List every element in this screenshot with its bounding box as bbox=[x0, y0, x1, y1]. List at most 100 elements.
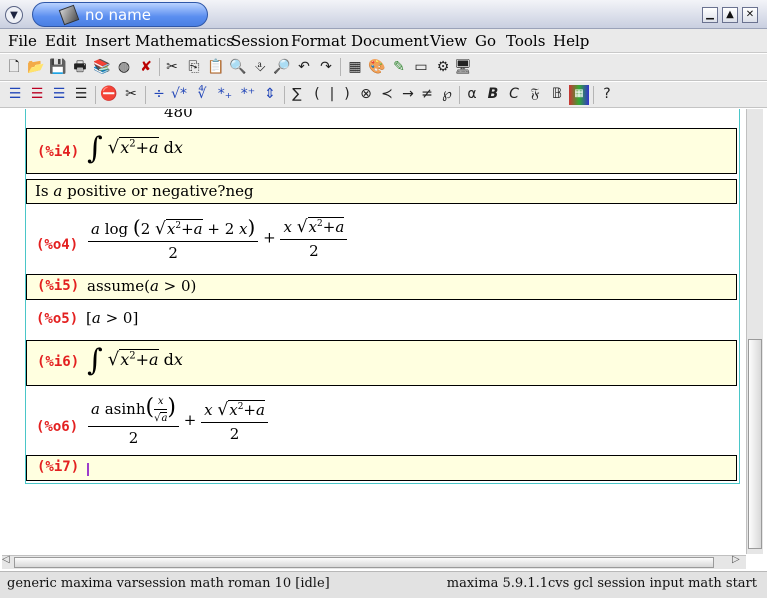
menu-mathematics[interactable]: Mathematics bbox=[135, 32, 234, 50]
sum-icon[interactable]: ∑ bbox=[287, 85, 307, 105]
minimize-button[interactable]: ▁ bbox=[702, 7, 718, 23]
help-icon[interactable]: ? bbox=[597, 85, 617, 105]
frame-icon[interactable]: ▭ bbox=[411, 58, 431, 78]
toolbar-separator bbox=[459, 86, 460, 104]
vertical-scrollbar[interactable] bbox=[746, 109, 763, 554]
greek-icon[interactable]: α bbox=[462, 85, 482, 105]
table-icon[interactable]: ▦ bbox=[345, 58, 365, 78]
menu-help[interactable]: Help bbox=[553, 32, 589, 50]
fraction-icon[interactable]: ÷ bbox=[149, 85, 169, 105]
justify-icon[interactable]: ☰ bbox=[71, 85, 91, 105]
open-folder-icon[interactable]: 📂 bbox=[26, 58, 46, 78]
subscript-icon[interactable]: *₊ bbox=[215, 85, 235, 105]
copy-icon[interactable]: ⎘ bbox=[184, 58, 204, 78]
color-grid-icon[interactable]: ▦ bbox=[569, 85, 589, 105]
fraktur-icon[interactable]: 𝔉 bbox=[525, 85, 545, 105]
toolbar-separator bbox=[159, 58, 160, 76]
menu-format[interactable]: Format bbox=[291, 32, 346, 50]
calligraphic-icon[interactable]: C bbox=[504, 85, 524, 105]
toolbar-separator bbox=[284, 86, 285, 104]
formula-o4: a log (2 √x2+a + 2 x) 2 + x √x2+a 2 bbox=[88, 215, 348, 262]
menu-bar: File Edit Insert Mathematics Session For… bbox=[0, 29, 767, 53]
align-center-icon[interactable]: ☰ bbox=[27, 85, 47, 105]
document-area[interactable]: 480 (%i4) ∫ √x2+a dx Is a positive or ne… bbox=[4, 109, 746, 554]
menu-tools[interactable]: Tools bbox=[506, 32, 545, 50]
scroll-left-icon[interactable]: ◁ bbox=[2, 554, 10, 565]
find-document-icon[interactable]: 🔎 bbox=[272, 58, 292, 78]
status-bar: generic maxima varsession math roman 10 … bbox=[0, 571, 767, 598]
save-icon[interactable]: 💾 bbox=[48, 58, 68, 78]
bold-icon[interactable]: B bbox=[483, 85, 503, 105]
output-o6: (%o6) a asinh(x √a) 2 + x √x2+a 2 bbox=[26, 391, 737, 453]
align-right-icon[interactable]: ☰ bbox=[49, 85, 69, 105]
cut-icon[interactable]: ✂ bbox=[162, 58, 182, 78]
integral-expression-i4: ∫ √x2+a dx bbox=[87, 131, 183, 166]
monitor-icon[interactable]: 🖥 bbox=[453, 58, 473, 78]
input-field-i4[interactable]: (%i4) ∫ √x2+a dx bbox=[26, 128, 737, 174]
menu-document[interactable]: Document bbox=[351, 32, 429, 50]
prompt-label-i7: (%i7) bbox=[37, 459, 80, 475]
horizontal-scrollbar[interactable]: ◁ ▷ bbox=[2, 554, 746, 569]
new-document-icon[interactable]: 🗋 bbox=[4, 58, 24, 78]
menu-go[interactable]: Go bbox=[475, 32, 496, 50]
chevron-down-icon: ▼ bbox=[10, 9, 18, 21]
undo-icon[interactable]: ↶ bbox=[294, 58, 314, 78]
menu-insert[interactable]: Insert bbox=[85, 32, 130, 50]
nth-root-icon[interactable]: ∜ bbox=[192, 85, 212, 105]
status-right: maxima 5.9.1.1cvs gcl session input math… bbox=[446, 576, 757, 591]
close-button[interactable]: ✕ bbox=[742, 7, 758, 23]
scissors-icon[interactable]: ✂ bbox=[121, 85, 141, 105]
input-field-i7[interactable]: (%i7) bbox=[26, 455, 737, 481]
prompt-label-i4: (%i4) bbox=[37, 144, 80, 160]
formula-o6: a asinh(x √a) 2 + x √x2+a 2 bbox=[88, 395, 268, 447]
blackboard-icon[interactable]: 𝔹 bbox=[547, 85, 567, 105]
input-field-i6[interactable]: (%i6) ∫ √x2+a dx bbox=[26, 340, 737, 386]
find-icon[interactable]: 🔍 bbox=[228, 58, 248, 78]
precedes-icon[interactable]: ≺ bbox=[377, 85, 397, 105]
input-field-i5[interactable]: (%i5) assume(a > 0) bbox=[26, 274, 737, 300]
window-menu-button[interactable]: ▼ bbox=[5, 6, 23, 24]
right-paren-icon[interactable]: ) bbox=[337, 85, 357, 105]
plugin-icon[interactable]: ⚙ bbox=[433, 58, 453, 78]
not-equal-icon[interactable]: ≠ bbox=[417, 85, 437, 105]
integral-expression-i6: ∫ √x2+a dx bbox=[87, 343, 183, 378]
menu-file[interactable]: File bbox=[8, 32, 37, 50]
maximize-icon: ▲ bbox=[726, 9, 734, 20]
redo-icon[interactable]: ↷ bbox=[316, 58, 336, 78]
tensor-icon[interactable]: ⊗ bbox=[356, 85, 376, 105]
paste-icon[interactable]: 📋 bbox=[206, 58, 226, 78]
replace-icon[interactable]: ⎀ bbox=[250, 58, 270, 78]
vertical-scroll-thumb[interactable] bbox=[748, 339, 762, 549]
weierstrass-icon[interactable]: ℘ bbox=[437, 85, 457, 105]
output-o5: (%o5) [a > 0] bbox=[26, 304, 737, 334]
close-document-icon[interactable]: ✘ bbox=[136, 58, 156, 78]
above-below-icon[interactable]: ⇕ bbox=[260, 85, 280, 105]
stop-icon[interactable]: ⛔ bbox=[99, 85, 119, 105]
pen-icon[interactable]: ✎ bbox=[389, 58, 409, 78]
books-icon[interactable]: 📚 bbox=[92, 58, 112, 78]
globe-icon[interactable]: ◍ bbox=[114, 58, 134, 78]
menu-view[interactable]: View bbox=[430, 32, 467, 50]
horizontal-scroll-thumb[interactable] bbox=[14, 557, 714, 568]
prompt-label-i6: (%i6) bbox=[37, 354, 80, 370]
question-line: Is a positive or negative?neg bbox=[26, 179, 737, 204]
formula-o5: [a > 0] bbox=[86, 309, 139, 327]
align-left-icon[interactable]: ☰ bbox=[5, 85, 25, 105]
previous-output: 480 bbox=[164, 109, 193, 121]
prompt-label-o6: (%o6) bbox=[36, 419, 79, 435]
menu-edit[interactable]: Edit bbox=[45, 32, 76, 50]
scroll-right-icon[interactable]: ▷ bbox=[732, 554, 740, 565]
sqrt-icon[interactable]: √* bbox=[169, 85, 189, 105]
print-icon[interactable]: 🖶 bbox=[70, 58, 90, 78]
formula-i5: assume(a > 0) bbox=[87, 277, 197, 295]
title-bar: ▼ no name ▁ ▲ ✕ bbox=[0, 0, 767, 29]
maximize-button[interactable]: ▲ bbox=[722, 7, 738, 23]
arrow-icon[interactable]: → bbox=[398, 85, 418, 105]
window-title-tab[interactable]: no name bbox=[32, 2, 208, 27]
text-cursor bbox=[87, 463, 89, 476]
toolbar-separator bbox=[145, 86, 146, 104]
menu-session[interactable]: Session bbox=[231, 32, 289, 50]
superscript-icon[interactable]: *⁺ bbox=[238, 85, 258, 105]
toolbar-separator bbox=[593, 86, 594, 104]
palette-icon[interactable]: 🎨 bbox=[367, 58, 387, 78]
